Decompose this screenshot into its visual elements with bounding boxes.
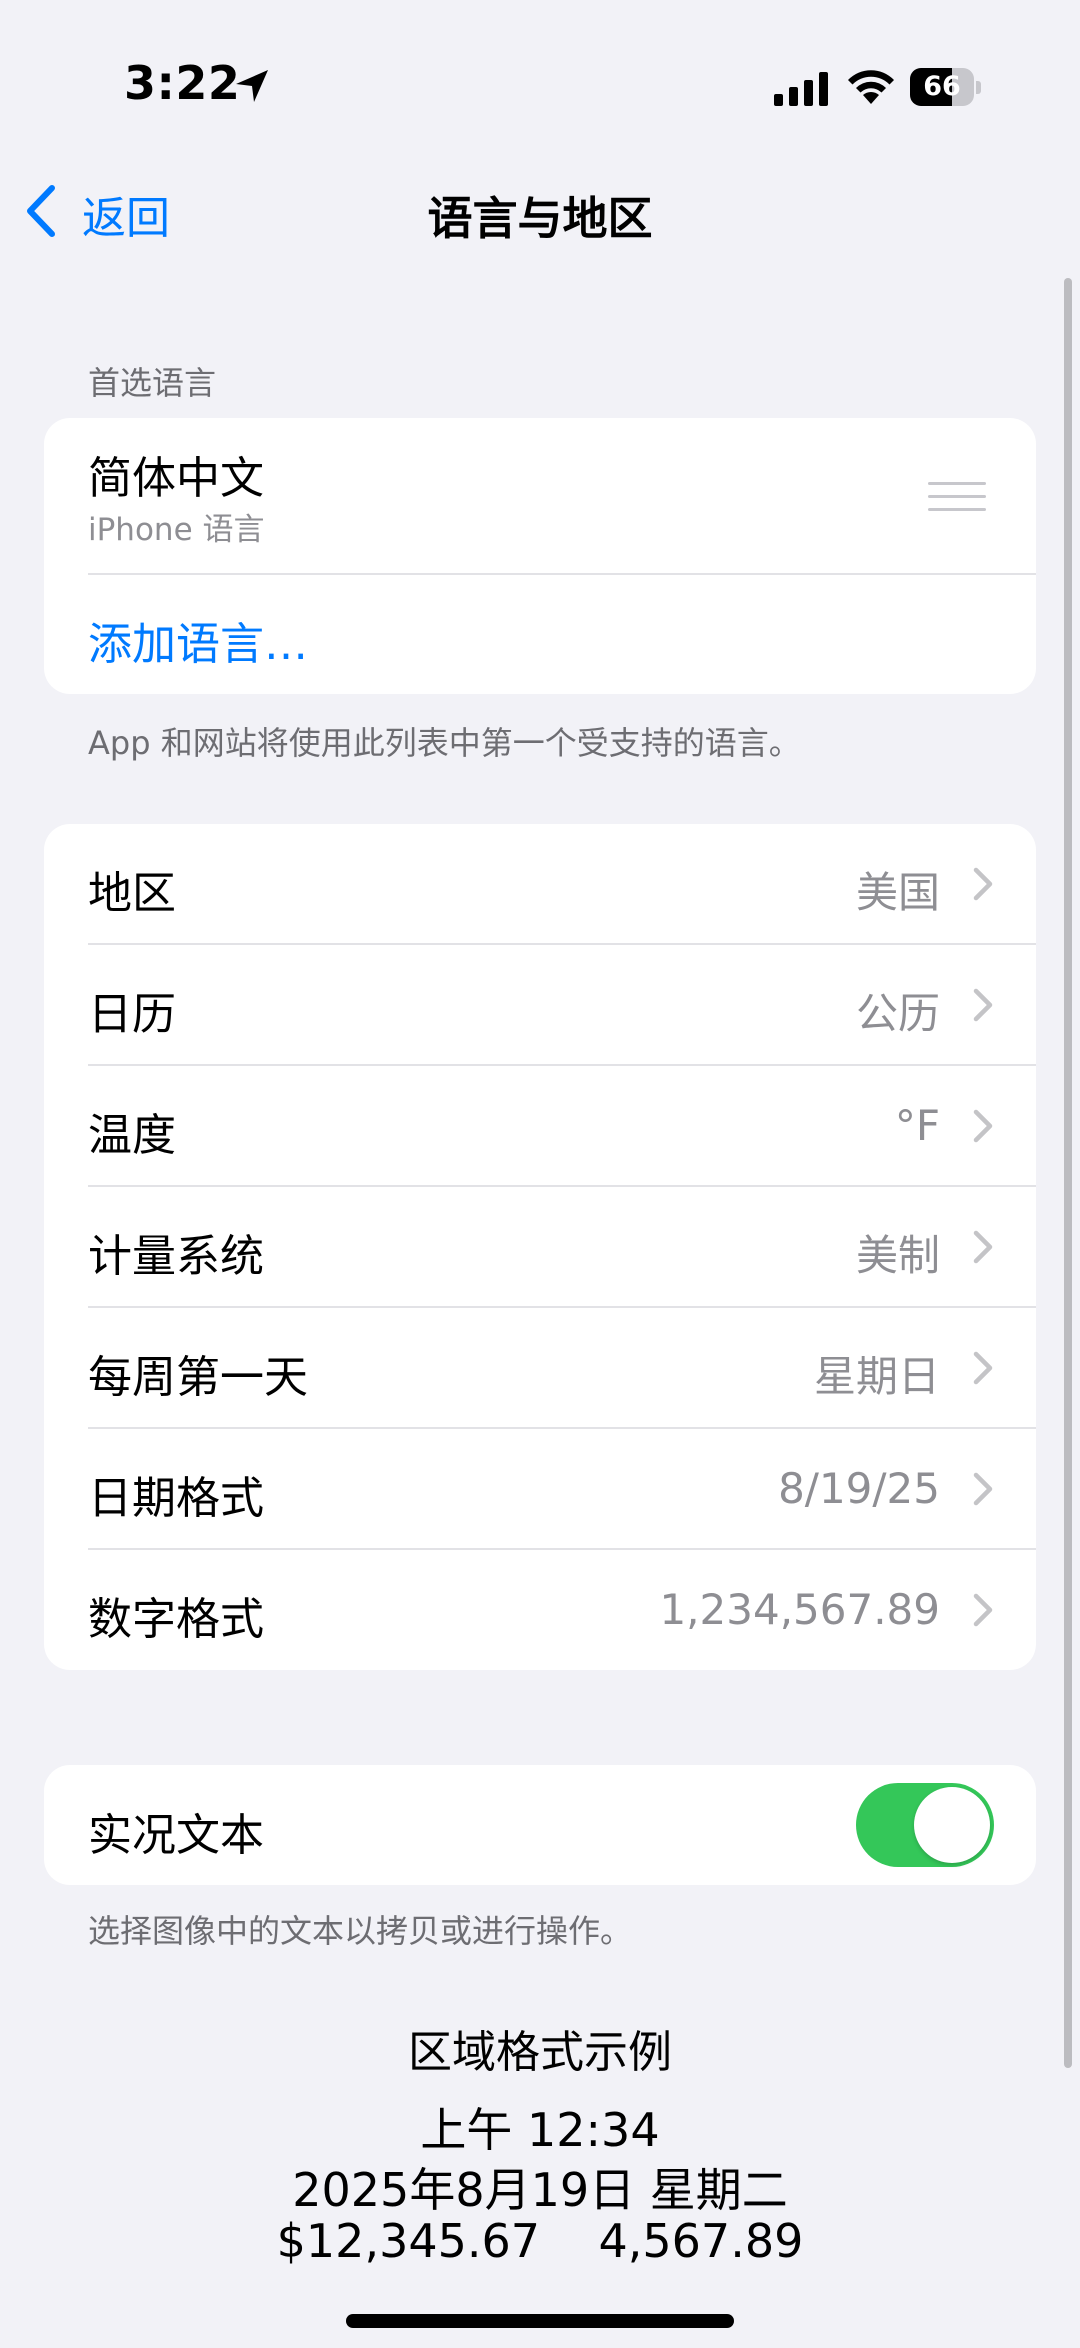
chevron-right-icon bbox=[973, 1351, 993, 1385]
language-row[interactable]: 简体中文 iPhone 语言 bbox=[44, 418, 1036, 573]
example-date: 2025年8月19日 星期二 bbox=[292, 2163, 788, 2217]
toggle-knob bbox=[914, 1787, 990, 1863]
setting-row-number-format[interactable]: 数字格式 1,234,567.89 bbox=[44, 1550, 1036, 1670]
setting-value: 8/19/25 bbox=[778, 1464, 940, 1513]
scroll-indicator[interactable] bbox=[1064, 278, 1072, 2068]
preferred-languages-footer: App 和网站将使用此列表中第一个受支持的语言。 bbox=[88, 724, 801, 762]
setting-row-calendar[interactable]: 日历 公历 bbox=[44, 945, 1036, 1066]
setting-label: 日期格式 bbox=[88, 1473, 264, 1524]
chevron-right-icon bbox=[973, 988, 993, 1022]
setting-row-date-format[interactable]: 日期格式 8/19/25 bbox=[44, 1429, 1036, 1550]
chevron-right-icon bbox=[973, 1593, 993, 1627]
live-text-label: 实况文本 bbox=[88, 1810, 264, 1861]
chevron-right-icon bbox=[973, 1230, 993, 1264]
setting-label: 计量系统 bbox=[88, 1231, 264, 1282]
wifi-icon bbox=[848, 70, 894, 104]
language-name: 简体中文 bbox=[88, 453, 264, 504]
example-time: 上午 12:34 bbox=[420, 2103, 660, 2157]
region-example-title: 区域格式示例 bbox=[408, 2027, 672, 2078]
setting-value: 1,234,567.89 bbox=[659, 1585, 940, 1634]
cellular-signal-icon bbox=[774, 72, 828, 106]
divider bbox=[88, 573, 1036, 575]
battery-body: 66 bbox=[910, 68, 974, 106]
setting-label: 温度 bbox=[88, 1110, 176, 1161]
chevron-right-icon bbox=[973, 1109, 993, 1143]
setting-row-measurement-system[interactable]: 计量系统 美制 bbox=[44, 1187, 1036, 1308]
setting-value: 美制 bbox=[855, 1231, 940, 1280]
location-arrow-icon bbox=[236, 70, 268, 102]
reorder-handle-icon[interactable] bbox=[928, 482, 986, 514]
setting-row-region[interactable]: 地区 美国 bbox=[44, 824, 1036, 945]
region-settings-card: 地区 美国 日历 公历 温度 °F 计量系统 美制 每周第一天 星期日 日期格式… bbox=[44, 824, 1036, 1670]
setting-value: 星期日 bbox=[813, 1352, 940, 1401]
battery-icon: 66 bbox=[910, 68, 982, 108]
battery-level: 66 bbox=[923, 71, 961, 102]
setting-label: 每周第一天 bbox=[88, 1352, 308, 1403]
setting-label: 地区 bbox=[88, 868, 176, 919]
setting-row-first-day-of-week[interactable]: 每周第一天 星期日 bbox=[44, 1308, 1036, 1429]
setting-value: 美国 bbox=[855, 868, 940, 917]
chevron-right-icon bbox=[973, 867, 993, 901]
example-numbers: $12,345.67 4,567.89 bbox=[276, 2214, 804, 2268]
setting-label: 数字格式 bbox=[88, 1594, 264, 1645]
chevron-right-icon bbox=[973, 1472, 993, 1506]
live-text-toggle[interactable] bbox=[856, 1783, 994, 1867]
preferred-languages-card: 简体中文 iPhone 语言 添加语言… bbox=[44, 418, 1036, 694]
live-text-card: 实况文本 bbox=[44, 1765, 1036, 1885]
setting-row-temperature[interactable]: 温度 °F bbox=[44, 1066, 1036, 1187]
live-text-footer: 选择图像中的文本以拷贝或进行操作。 bbox=[88, 1912, 633, 1950]
setting-value: 公历 bbox=[855, 989, 940, 1038]
setting-label: 日历 bbox=[88, 989, 176, 1040]
page-title: 语言与地区 bbox=[427, 192, 653, 245]
language-subtitle: iPhone 语言 bbox=[88, 512, 265, 548]
status-time: 3:22 bbox=[124, 56, 241, 110]
setting-value: °F bbox=[894, 1101, 940, 1150]
add-language-button[interactable]: 添加语言… bbox=[88, 608, 308, 672]
battery-cap bbox=[976, 81, 981, 94]
home-indicator[interactable] bbox=[346, 2314, 734, 2328]
screen: 3:22 66 返回 语言与地区 首选语言 简体中文 iPhone 语言 添加语… bbox=[0, 0, 1080, 2348]
preferred-languages-header: 首选语言 bbox=[88, 364, 217, 402]
